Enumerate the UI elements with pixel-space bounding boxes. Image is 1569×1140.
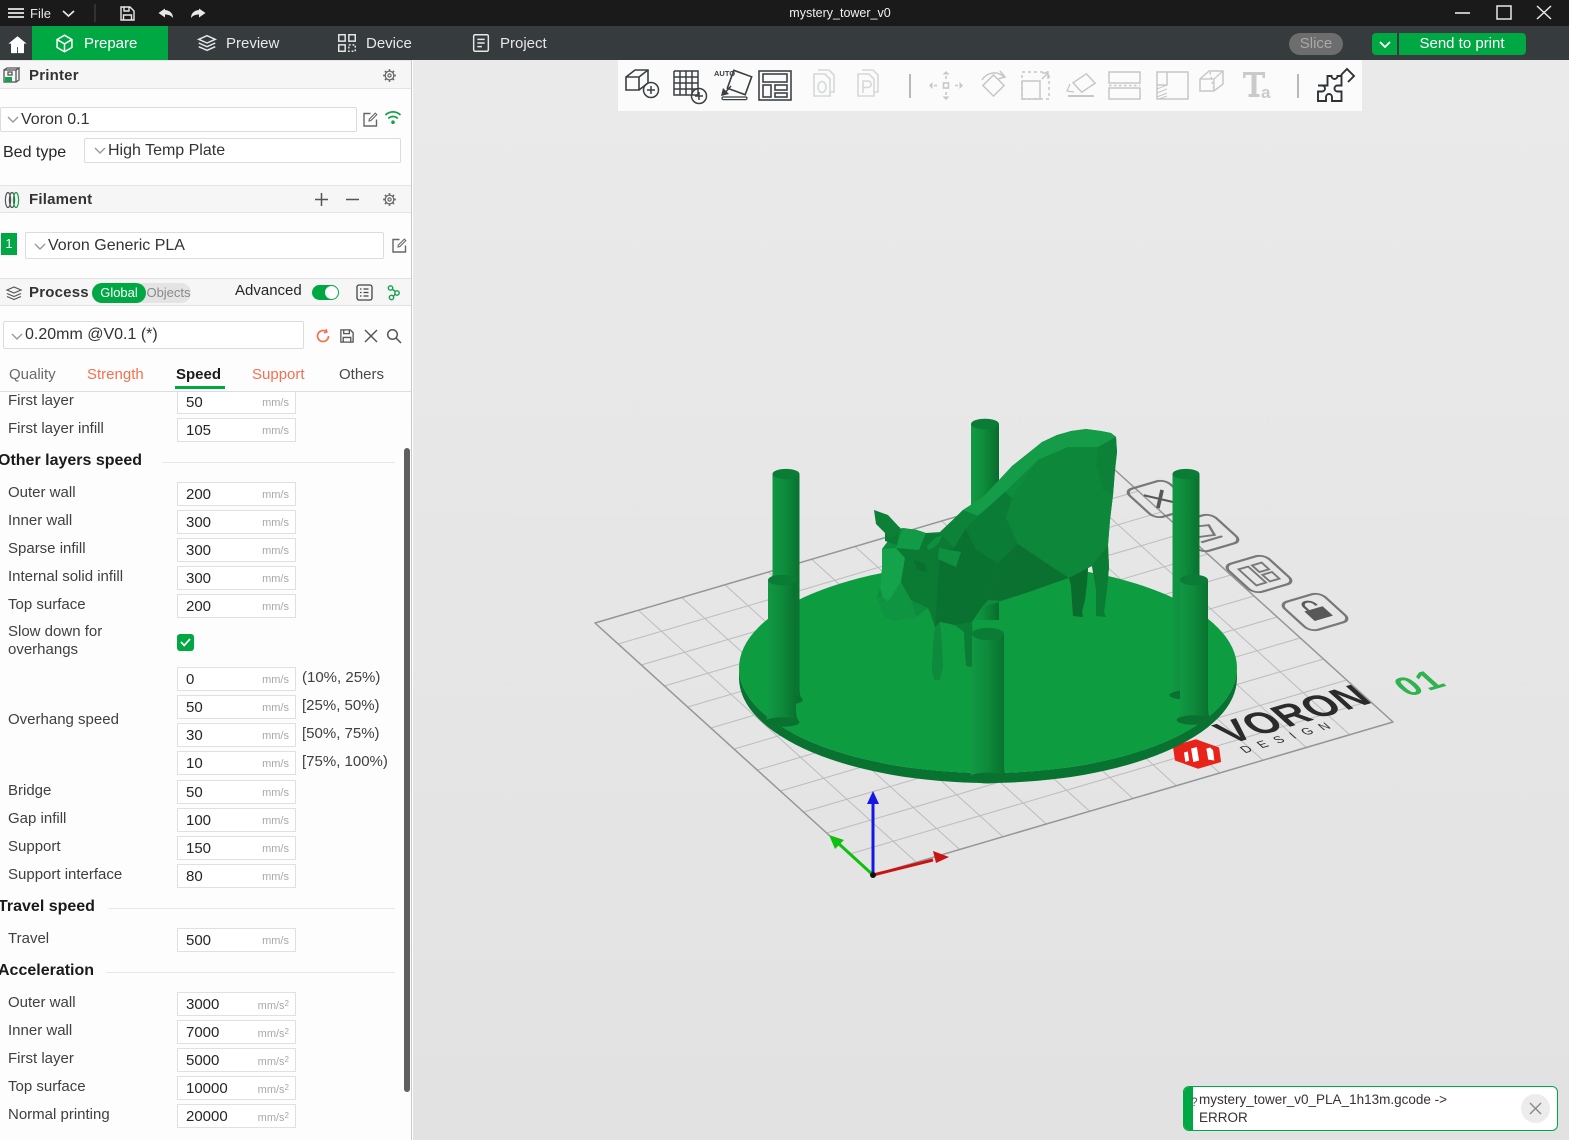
svg-text:File: File: [30, 6, 51, 21]
svg-text:AUTO: AUTO: [714, 69, 735, 78]
svg-text:01: 01: [1385, 664, 1455, 702]
svg-text:a: a: [1261, 83, 1271, 102]
